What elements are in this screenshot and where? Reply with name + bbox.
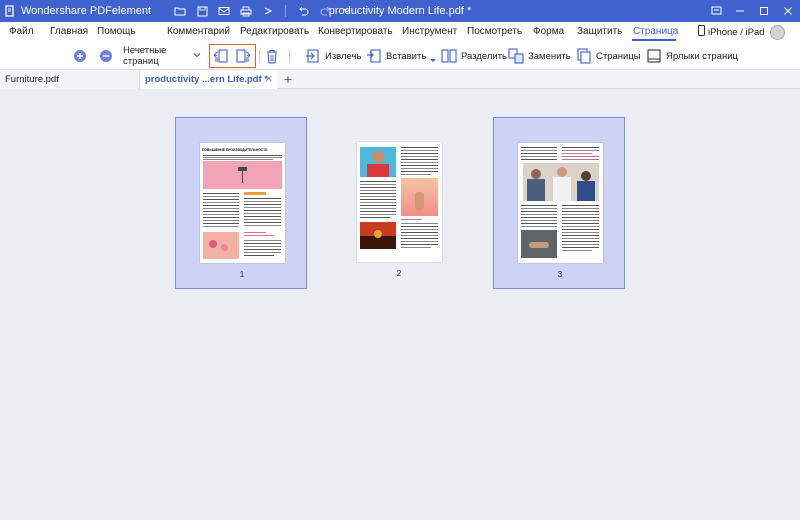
rotate-left-button[interactable] bbox=[213, 47, 229, 65]
hand-image bbox=[401, 178, 438, 216]
page-number: 1 bbox=[239, 269, 245, 279]
toolbar-separator bbox=[259, 50, 260, 63]
toolbar-separator bbox=[285, 5, 287, 17]
page-thumbnail-3[interactable]: 3 bbox=[493, 117, 625, 289]
page-thumbnails-area: ПОВЫШЕНИЕ ПРОИЗВОДИТЕЛЬНОСТИ 1 2 3 bbox=[0, 89, 800, 520]
title-bar: Wondershare PDFelement productivity Mode… bbox=[0, 0, 800, 22]
menu-home[interactable]: Главная bbox=[50, 26, 88, 37]
pages-label: Страницы bbox=[596, 50, 641, 62]
page-labels-label: Ярлыки страниц bbox=[666, 50, 738, 62]
split-label: Разделить bbox=[461, 50, 508, 62]
tab-productivity[interactable]: productivity ...ern Life.pdf * ✕ bbox=[140, 70, 277, 89]
avatar[interactable] bbox=[770, 25, 785, 40]
replace-label: Заменить bbox=[528, 50, 571, 62]
menu-edit[interactable]: Редактировать bbox=[240, 26, 309, 37]
email-icon[interactable] bbox=[213, 0, 235, 22]
page-thumbnail-2[interactable]: 2 bbox=[333, 117, 465, 289]
window-controls bbox=[704, 0, 800, 22]
quick-access-toolbar bbox=[169, 0, 358, 22]
split-icon bbox=[441, 48, 457, 64]
active-menu-indicator bbox=[632, 39, 676, 41]
delete-page-button[interactable] bbox=[264, 47, 280, 65]
hero-image bbox=[203, 161, 282, 189]
pointer-icon[interactable] bbox=[257, 0, 279, 22]
new-tab-icon[interactable]: + bbox=[281, 71, 295, 87]
menu-form[interactable]: Форма bbox=[533, 26, 564, 37]
page-thumbnail-1[interactable]: ПОВЫШЕНИЕ ПРОИЗВОДИТЕЛЬНОСТИ 1 bbox=[175, 117, 307, 289]
device-link-label: iPhone / iPad bbox=[708, 26, 765, 38]
replace-button[interactable]: Заменить bbox=[508, 47, 571, 65]
menu-bar: Файл Главная Помощь Комментарий Редактир… bbox=[0, 22, 800, 42]
tulip-image bbox=[203, 232, 239, 259]
tab-label: Furniture.pdf bbox=[5, 74, 59, 85]
extract-icon bbox=[305, 48, 321, 64]
pages-icon bbox=[576, 48, 592, 64]
tab-furniture[interactable]: Furniture.pdf bbox=[0, 70, 140, 89]
replace-icon bbox=[508, 48, 524, 64]
rotate-right-icon bbox=[235, 48, 251, 64]
toolbar-separator bbox=[289, 50, 290, 63]
sunset-image bbox=[360, 222, 396, 249]
office-team-image bbox=[523, 163, 599, 201]
chevron-down-icon bbox=[193, 51, 201, 62]
document-tabs: Furniture.pdf productivity ...ern Life.p… bbox=[0, 70, 800, 89]
print-icon[interactable] bbox=[235, 0, 257, 22]
zoom-out-icon bbox=[98, 48, 114, 64]
insert-button[interactable]: Вставить bbox=[366, 47, 437, 66]
menu-protect[interactable]: Защитить bbox=[577, 26, 622, 37]
page-label-icon bbox=[646, 48, 662, 64]
maximize-icon[interactable] bbox=[752, 0, 776, 22]
extract-label: Извлечь bbox=[325, 50, 362, 62]
save-icon[interactable] bbox=[191, 0, 213, 22]
insert-label: Вставить bbox=[386, 50, 427, 62]
redo-icon[interactable] bbox=[314, 0, 336, 22]
zoom-in-button[interactable] bbox=[72, 47, 88, 65]
extract-button[interactable]: Извлечь bbox=[305, 47, 361, 65]
phone-icon bbox=[698, 25, 705, 39]
pdfelement-logo-icon bbox=[3, 4, 17, 18]
app-name: Wondershare PDFelement bbox=[21, 5, 152, 17]
page-labels-button[interactable]: Ярлыки страниц bbox=[646, 47, 738, 65]
menu-help[interactable]: Помощь bbox=[97, 26, 136, 37]
page-number: 2 bbox=[396, 268, 402, 278]
trash-icon bbox=[264, 48, 280, 64]
zoom-in-icon bbox=[72, 48, 88, 64]
rotate-right-button[interactable] bbox=[235, 47, 251, 65]
close-tab-icon[interactable]: ✕ bbox=[265, 74, 273, 85]
undo-icon[interactable] bbox=[292, 0, 314, 22]
dropdown-icon[interactable] bbox=[336, 0, 358, 22]
chevron-down-icon bbox=[430, 55, 437, 66]
device-link[interactable]: iPhone / iPad bbox=[698, 25, 765, 39]
man-portrait-image bbox=[360, 147, 396, 177]
feedback-icon[interactable] bbox=[704, 0, 728, 22]
page-preview-3 bbox=[518, 143, 603, 263]
menu-file[interactable]: Файл bbox=[9, 26, 34, 37]
page-number: 3 bbox=[557, 269, 563, 279]
pages-button[interactable]: Страницы bbox=[576, 47, 641, 65]
minimize-icon[interactable] bbox=[728, 0, 752, 22]
rotate-left-icon bbox=[213, 48, 229, 64]
menu-convert[interactable]: Конвертировать bbox=[318, 26, 393, 37]
page-range-value: Нечетные страниц bbox=[123, 45, 167, 67]
page-preview-1: ПОВЫШЕНИЕ ПРОИЗВОДИТЕЛЬНОСТИ bbox=[200, 143, 285, 263]
page-preview-2 bbox=[357, 142, 442, 262]
menu-view[interactable]: Посмотреть bbox=[467, 26, 522, 37]
handshake-image bbox=[521, 230, 557, 258]
close-icon[interactable] bbox=[776, 0, 800, 22]
page-toolbar: Нечетные страниц Извлечь Вставить Раздел… bbox=[0, 42, 800, 70]
tab-label: productivity ...ern Life.pdf * bbox=[145, 74, 268, 85]
page-heading: ПОВЫШЕНИЕ ПРОИЗВОДИТЕЛЬНОСТИ bbox=[202, 148, 268, 152]
folder-icon[interactable] bbox=[169, 0, 191, 22]
menu-tool[interactable]: Инструмент bbox=[402, 26, 457, 37]
split-button[interactable]: Разделить bbox=[441, 47, 507, 65]
page-range-select[interactable]: Нечетные страниц bbox=[120, 45, 204, 67]
menu-page[interactable]: Страница bbox=[633, 26, 678, 37]
menu-comment[interactable]: Комментарий bbox=[167, 26, 230, 37]
insert-icon bbox=[366, 48, 382, 64]
zoom-out-button[interactable] bbox=[98, 47, 114, 65]
